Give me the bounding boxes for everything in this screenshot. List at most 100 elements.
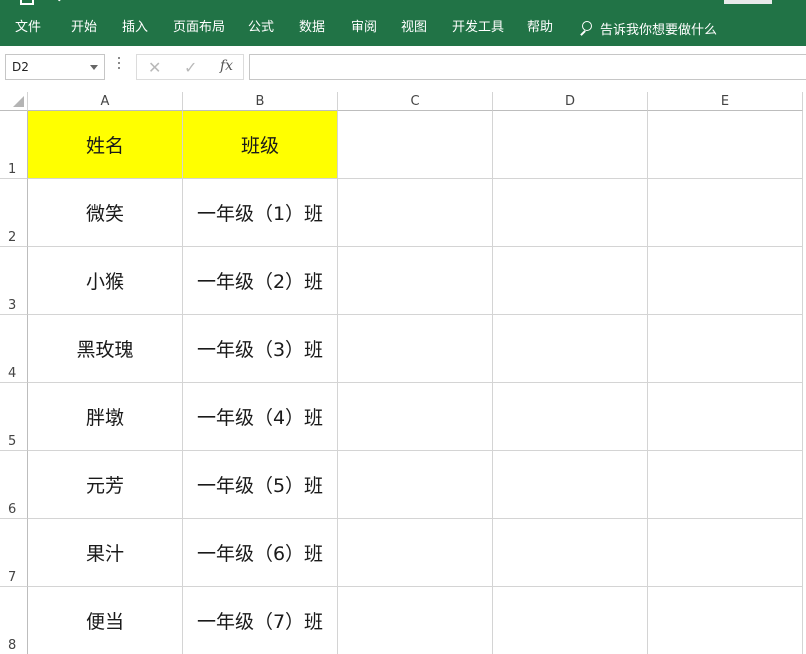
tell-me-search[interactable]: 告诉我你想要做什么 xyxy=(578,18,717,38)
cell-text: 一年级（3）班 xyxy=(197,335,323,362)
cell-e8[interactable] xyxy=(648,587,803,654)
formula-input[interactable] xyxy=(249,54,806,80)
cell-a1[interactable]: 姓名 xyxy=(28,111,183,179)
name-box-value: D2 xyxy=(12,60,29,74)
cell-e4[interactable] xyxy=(648,315,803,383)
tab-developer[interactable]: 开发工具 xyxy=(452,18,504,38)
row-header-4[interactable]: 4 xyxy=(0,315,28,383)
search-icon xyxy=(578,20,594,36)
cell-d3[interactable] xyxy=(493,247,648,315)
cell-e3[interactable] xyxy=(648,247,803,315)
insert-function-icon[interactable]: fx xyxy=(220,58,233,74)
cell-c5[interactable] xyxy=(338,383,493,451)
cell-text: 一年级（5）班 xyxy=(197,471,323,498)
cell-text: 便当 xyxy=(86,607,124,634)
cell-d4[interactable] xyxy=(493,315,648,383)
cell-e2[interactable] xyxy=(648,179,803,247)
cell-d7[interactable] xyxy=(493,519,648,587)
row-number: 8 xyxy=(8,638,16,653)
cell-text: 黑玫瑰 xyxy=(76,335,133,362)
cell-text: 元芳 xyxy=(86,471,124,498)
tab-page-layout[interactable]: 页面布局 xyxy=(173,18,225,38)
cell-c4[interactable] xyxy=(338,315,493,383)
cell-b8[interactable]: 一年级（7）班 xyxy=(183,587,338,654)
tab-home[interactable]: 开始 xyxy=(71,18,97,38)
cell-text: 班级 xyxy=(241,131,279,158)
cell-c3[interactable] xyxy=(338,247,493,315)
tab-formulas[interactable]: 公式 xyxy=(248,18,274,38)
tab-view[interactable]: 视图 xyxy=(401,18,427,38)
tell-me-label: 告诉我你想要做什么 xyxy=(600,19,717,38)
cell-a3[interactable]: 小猴 xyxy=(28,247,183,315)
check-icon[interactable]: ✓ xyxy=(184,58,197,77)
cell-c2[interactable] xyxy=(338,179,493,247)
cell-text: 果汁 xyxy=(86,539,124,566)
cell-text: 一年级（6）班 xyxy=(197,539,323,566)
cell-e7[interactable] xyxy=(648,519,803,587)
row-number: 2 xyxy=(8,230,16,245)
chevron-down-icon[interactable] xyxy=(90,65,98,70)
cell-a8[interactable]: 便当 xyxy=(28,587,183,654)
row-number: 3 xyxy=(8,298,16,313)
tab-data[interactable]: 数据 xyxy=(299,18,325,38)
cell-c8[interactable] xyxy=(338,587,493,654)
cell-c6[interactable] xyxy=(338,451,493,519)
cell-b5[interactable]: 一年级（4）班 xyxy=(183,383,338,451)
cell-text: 姓名 xyxy=(86,131,124,158)
row-number: 4 xyxy=(8,366,16,381)
tab-file[interactable]: 文件 xyxy=(15,18,41,38)
tab-insert[interactable]: 插入 xyxy=(122,18,148,38)
row-header-3[interactable]: 3 xyxy=(0,247,28,315)
column-header-d[interactable]: D xyxy=(493,92,648,111)
cell-text: 一年级（7）班 xyxy=(197,607,323,634)
cell-e5[interactable] xyxy=(648,383,803,451)
cell-d8[interactable] xyxy=(493,587,648,654)
tab-review[interactable]: 审阅 xyxy=(351,18,377,38)
cell-text: 一年级（4）班 xyxy=(197,403,323,430)
row-header-2[interactable]: 2 xyxy=(0,179,28,247)
row-header-6[interactable]: 6 xyxy=(0,451,28,519)
account-button[interactable] xyxy=(724,0,772,4)
row-header-5[interactable]: 5 xyxy=(0,383,28,451)
cell-a4[interactable]: 黑玫瑰 xyxy=(28,315,183,383)
ribbon: ↶ 文件 开始 插入 页面布局 公式 数据 审阅 视图 开发工具 帮助 告诉我你… xyxy=(0,0,806,46)
row-number: 6 xyxy=(8,502,16,517)
cell-b6[interactable]: 一年级（5）班 xyxy=(183,451,338,519)
row-number: 5 xyxy=(8,434,16,449)
column-header-a[interactable]: A xyxy=(28,92,183,111)
cell-e1[interactable] xyxy=(648,111,803,179)
cell-b3[interactable]: 一年级（2）班 xyxy=(183,247,338,315)
cell-d1[interactable] xyxy=(493,111,648,179)
cell-c1[interactable] xyxy=(338,111,493,179)
row-header-1[interactable]: 1 xyxy=(0,111,28,179)
column-header-c[interactable]: C xyxy=(338,92,493,111)
row-header-8[interactable]: 8 xyxy=(0,587,28,654)
save-icon[interactable] xyxy=(20,0,34,5)
cell-a6[interactable]: 元芳 xyxy=(28,451,183,519)
cell-a7[interactable]: 果汁 xyxy=(28,519,183,587)
cell-e6[interactable] xyxy=(648,451,803,519)
cell-b7[interactable]: 一年级（6）班 xyxy=(183,519,338,587)
cell-text: 一年级（1）班 xyxy=(197,199,323,226)
cell-b4[interactable]: 一年级（3）班 xyxy=(183,315,338,383)
cell-a5[interactable]: 胖墩 xyxy=(28,383,183,451)
undo-icon[interactable]: ↶ xyxy=(56,0,68,8)
cell-d2[interactable] xyxy=(493,179,648,247)
row-number: 7 xyxy=(8,570,16,585)
row-header-7[interactable]: 7 xyxy=(0,519,28,587)
cell-b1[interactable]: 班级 xyxy=(183,111,338,179)
cell-text: 胖墩 xyxy=(86,403,124,430)
tab-help[interactable]: 帮助 xyxy=(527,18,553,38)
cell-b2[interactable]: 一年级（1）班 xyxy=(183,179,338,247)
cell-a2[interactable]: 微笑 xyxy=(28,179,183,247)
cell-d6[interactable] xyxy=(493,451,648,519)
select-all-button[interactable] xyxy=(0,92,28,111)
name-box[interactable]: D2 xyxy=(5,54,105,80)
column-header-e[interactable]: E xyxy=(648,92,803,111)
cell-d5[interactable] xyxy=(493,383,648,451)
cancel-icon[interactable]: ✕ xyxy=(148,58,161,77)
cell-c7[interactable] xyxy=(338,519,493,587)
splitter-handle[interactable] xyxy=(118,57,121,73)
cell-text: 微笑 xyxy=(86,199,124,226)
column-header-b[interactable]: B xyxy=(183,92,338,111)
